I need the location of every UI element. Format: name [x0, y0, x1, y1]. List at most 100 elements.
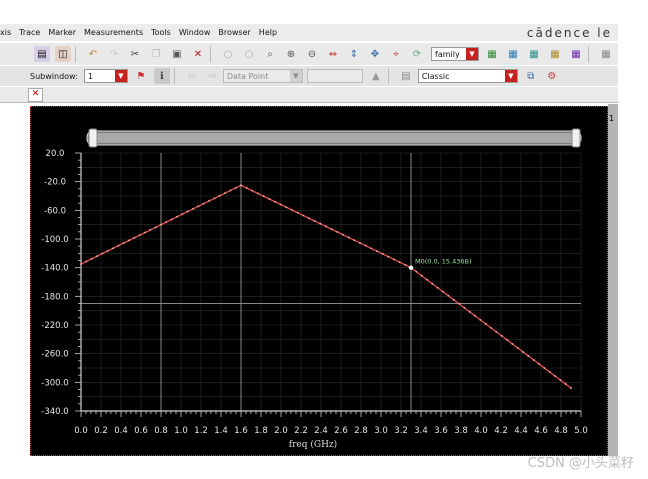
trace-sample-point: [165, 221, 168, 223]
trace-sample-point: [245, 187, 248, 189]
menu-marker[interactable]: Marker: [44, 28, 80, 37]
trace-sample-point: [181, 213, 184, 216]
zoom-x-icon[interactable]: ⇔: [325, 46, 341, 62]
trace-sample-point: [218, 194, 221, 197]
delete-icon[interactable]: ✕: [190, 46, 206, 62]
trace-sample-point: [431, 282, 434, 285]
arrow-right-icon[interactable]: ⇨: [205, 68, 221, 84]
trace-sample-point: [319, 222, 322, 225]
plot-scrollbar[interactable]: [86, 128, 582, 148]
trace-sample-point: [257, 192, 259, 195]
trace-sample-point: [106, 250, 109, 252]
trace-sample-point: [85, 260, 88, 263]
layout-icon[interactable]: ▦: [568, 46, 584, 62]
grid-icon[interactable]: ▦: [598, 46, 614, 62]
menu-browser[interactable]: Browser: [214, 28, 254, 37]
strip-icon[interactable]: ▦: [484, 46, 500, 62]
undo-icon[interactable]: ↶: [85, 46, 101, 62]
zoom-y-icon[interactable]: ⇕: [346, 46, 362, 62]
trace-sample-point: [279, 203, 282, 206]
split-icon[interactable]: ▦: [526, 46, 542, 62]
datapoint-select[interactable]: Data Point ▼: [222, 69, 303, 83]
zoom-out-icon[interactable]: ⊖: [304, 46, 320, 62]
close-icon[interactable]: ✕: [28, 88, 43, 102]
flag-icon[interactable]: ⚑: [133, 68, 149, 84]
x-tick-label: 1.6: [234, 426, 248, 436]
trace-sample-point: [548, 371, 551, 373]
chevron-down-icon: ▼: [114, 70, 127, 82]
x-tick-label: 3.8: [454, 426, 468, 436]
preview-icon[interactable]: ◫: [55, 46, 71, 62]
datapoint-input[interactable]: [306, 69, 363, 83]
trace-sample-point: [468, 310, 471, 313]
copy-window-icon[interactable]: ⧉: [523, 68, 539, 84]
x-tick-label: 2.2: [294, 426, 308, 436]
trace-sample-point: [415, 270, 418, 273]
trace-sample-point: [527, 355, 530, 357]
chart-icon[interactable]: ▲: [368, 68, 384, 84]
zoom-in-icon[interactable]: ⊕: [283, 46, 299, 62]
trace-sample-point: [398, 261, 401, 264]
trace-sample-point: [262, 195, 265, 198]
menu-tools[interactable]: Tools: [147, 28, 175, 37]
x-tick-label: 4.2: [494, 426, 508, 436]
right-panel: 1: [608, 104, 618, 456]
menu-axis[interactable]: xis: [0, 28, 15, 37]
redo-icon[interactable]: ↷: [106, 46, 122, 62]
menu-help[interactable]: Help: [255, 28, 281, 37]
save-icon[interactable]: ▤: [34, 46, 50, 62]
menu-trace[interactable]: Trace: [15, 28, 44, 37]
trace-sample-point: [370, 247, 373, 250]
trace-sample-point: [149, 229, 152, 231]
table-icon[interactable]: ▤: [398, 68, 414, 84]
trace-sample-point: [436, 286, 439, 289]
trace-sample-point: [554, 375, 556, 377]
y-tick-label: -100.0: [41, 235, 68, 245]
trace-sample-point: [364, 244, 367, 247]
marker-tool-icon[interactable]: ℹ: [153, 68, 170, 84]
fit-icon[interactable]: ⌖: [388, 46, 404, 62]
menu-window[interactable]: Window: [175, 28, 215, 37]
copy-icon[interactable]: ❐: [148, 46, 164, 62]
datapoint-select-value: Data Point: [226, 71, 269, 81]
style-select[interactable]: Classic ▼: [417, 69, 518, 83]
x-tick-label: 3.0: [374, 426, 388, 436]
plot-window[interactable]: 0.0 0.2 0.4 0.6 0.8 1.0 1.2 1.4 1.6 1.8 2.0 2.2 2.4 2…: [30, 106, 608, 456]
trace-sample-point: [342, 233, 344, 236]
trace-sample-point: [570, 387, 572, 389]
trace-sample-point: [224, 192, 226, 195]
x-tick-label: 3.4: [414, 426, 428, 436]
trace-sample-point: [500, 334, 503, 337]
trace-sample-point: [234, 186, 237, 189]
cut-icon[interactable]: ✂: [127, 46, 143, 62]
arrow-left-icon[interactable]: ⇦: [184, 68, 200, 84]
overlay-icon[interactable]: ▦: [547, 46, 563, 62]
trace-sample-point: [133, 236, 136, 239]
zoom-box-icon[interactable]: ○: [241, 46, 257, 62]
zoom-fit-icon[interactable]: ○: [220, 46, 236, 62]
marker-label: M0(0.0, 15.436B): [415, 258, 472, 266]
menu-measurements[interactable]: Measurements: [80, 28, 147, 37]
x-tick-label: 2.4: [314, 426, 328, 436]
family-select[interactable]: family ▼: [431, 47, 479, 61]
trace-sample-point: [495, 330, 498, 333]
refresh-icon[interactable]: ⟳: [409, 46, 425, 62]
y-tick-label: 20.0: [46, 149, 65, 159]
trace-sample-point: [479, 318, 482, 321]
main-toolbar: ▤ ◫ ↶ ↷ ✂ ❐ ▣ ✕ ○ ○ ⌕ ⊕ ⊖ ⇔ ⇕ ✥ ⌖ ⟳ fami…: [0, 43, 618, 65]
trace-sample-point: [192, 208, 194, 210]
trace-sample-point: [490, 326, 492, 329]
x-tick-label: 0.8: [154, 426, 168, 436]
trace-sample-point: [296, 211, 299, 214]
trace-sample-point: [516, 347, 519, 349]
pan-icon[interactable]: ✥: [367, 46, 383, 62]
trace-sample-point: [559, 379, 562, 381]
subwindow-select[interactable]: 1 ▼: [83, 69, 128, 83]
zoom-icon[interactable]: ⌕: [262, 46, 278, 62]
trace-sample-point: [208, 200, 210, 202]
stack-icon[interactable]: ▦: [505, 46, 521, 62]
paste-icon[interactable]: ▣: [169, 46, 185, 62]
trace-sample-point: [474, 314, 476, 317]
toolbar-divider: [210, 46, 211, 62]
settings-icon[interactable]: ⚙: [544, 68, 560, 84]
